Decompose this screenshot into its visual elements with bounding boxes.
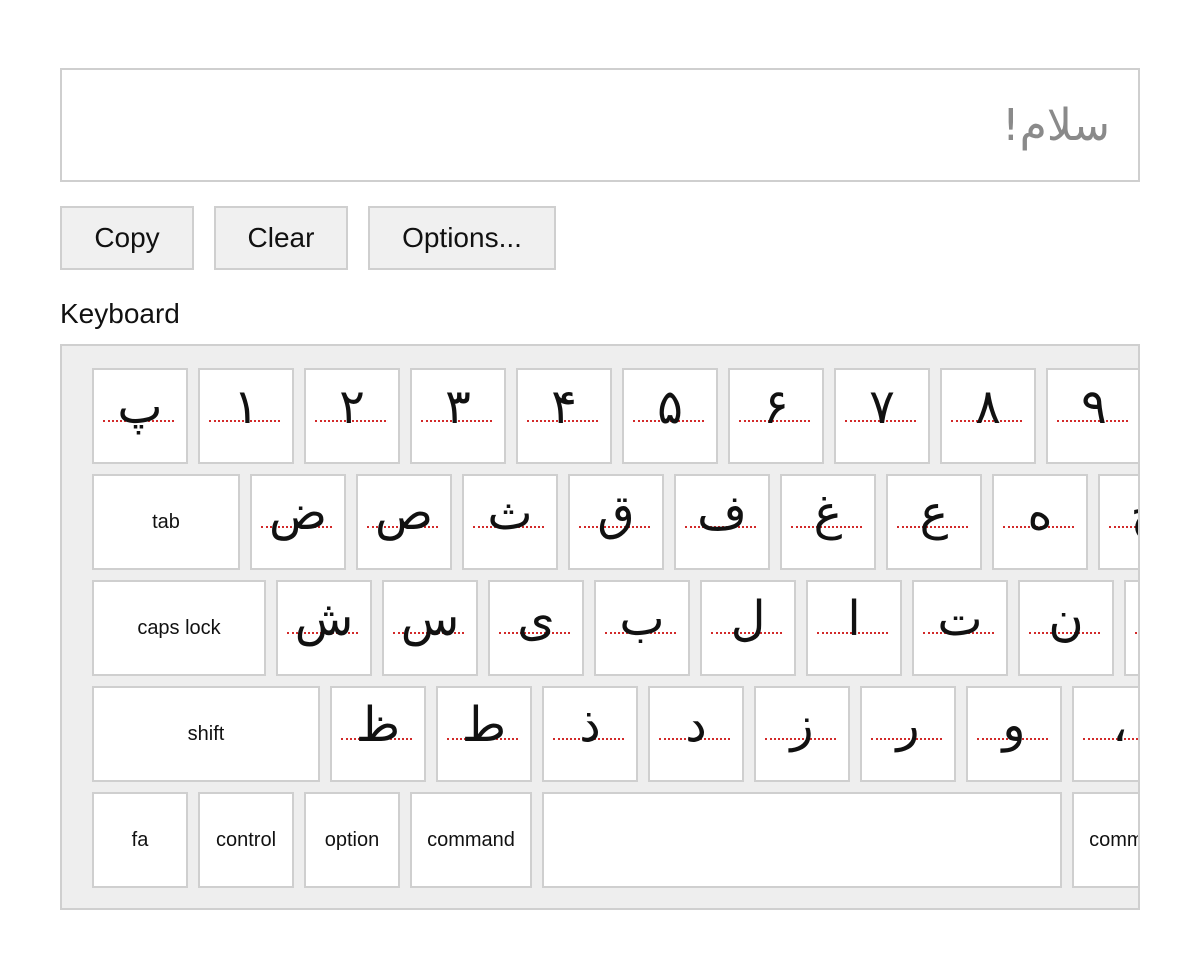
key-shin[interactable]: ش [276,580,372,676]
key-sad[interactable]: ص [356,474,452,570]
key-glyph: ز [790,697,814,753]
key-digit-9[interactable]: ٩ [1046,368,1138,464]
key-label: option [324,828,380,851]
key-dal[interactable]: د [648,686,744,782]
text-input-area[interactable]: سلام! [60,68,1140,182]
key-glyph: ط [461,697,507,753]
key-qaf[interactable]: ق [568,474,664,570]
clear-button[interactable]: Clear [214,206,348,270]
caps-lock-key[interactable]: caps lock [92,580,266,676]
key-digit-3[interactable]: ٣ [410,368,506,464]
key-glyph: ۴ [551,379,577,435]
key-glyph: ف [697,485,747,541]
key-glyph: ی [517,591,555,647]
key-glyph: خ [1131,483,1139,543]
key-lam[interactable]: ل [700,580,796,676]
key-zal[interactable]: ذ [542,686,638,782]
text-input-placeholder: سلام! [1001,100,1110,151]
keyboard: پ ١ ٢ ٣ ۴ ۵ ۶ ٧ ٨ ٩ tab ض ص ث ق ف غ ع ه … [60,344,1140,910]
key-glyph: ۵ [657,379,683,435]
command-key[interactable]: command [410,792,532,888]
key-digit-4[interactable]: ۴ [516,368,612,464]
key-label: command [427,828,515,851]
key-glyph: ٢ [339,379,365,435]
key-te[interactable]: ت [912,580,1008,676]
key-ye[interactable]: ی [488,580,584,676]
key-alef[interactable]: ا [806,580,902,676]
key-glyph: ٨ [975,379,1001,435]
space-key[interactable] [542,792,1062,888]
key-glyph: پ [117,379,163,435]
keyboard-title: Keyboard [60,298,180,329]
fa-key[interactable]: fa [92,792,188,888]
key-nun[interactable]: ن [1018,580,1114,676]
key-digit-1[interactable]: ١ [198,368,294,464]
key-glyph: ب [619,591,665,647]
key-glyph: ٧ [869,379,895,435]
key-glyph: ع [919,485,949,541]
key-digit-2[interactable]: ٢ [304,368,400,464]
key-glyph: ن [1048,591,1084,647]
key-sin[interactable]: س [382,580,478,676]
key-label: tab [152,510,180,533]
key-ghein[interactable]: غ [780,474,876,570]
key-glyph: ص [374,485,434,541]
options-button[interactable]: Options... [368,206,556,270]
tab-key[interactable]: tab [92,474,240,570]
key-khe[interactable]: خ [1098,474,1139,570]
key-se[interactable]: ث [462,474,558,570]
key-digit-7[interactable]: ٧ [834,368,930,464]
key-digit-8[interactable]: ٨ [940,368,1036,464]
key-be[interactable]: ب [594,580,690,676]
key-vav[interactable]: و [966,686,1062,782]
key-za-emphatic[interactable]: ظ [330,686,426,782]
control-key[interactable]: control [198,792,294,888]
key-label: shift [187,722,225,745]
key-glyph: ل [730,591,766,647]
key-glyph: ٣ [445,379,471,435]
key-digit-5[interactable]: ۵ [622,368,718,464]
key-zad[interactable]: ض [250,474,346,570]
key-label: command [1089,828,1138,851]
key-glyph: د [685,697,707,753]
key-mim[interactable]: م [1124,580,1138,676]
key-glyph: غ [813,485,843,541]
command-right-key[interactable]: command [1072,792,1138,888]
key-glyph: ش [294,591,354,647]
key-ta-emphatic[interactable]: ط [436,686,532,782]
key-comma[interactable]: ، [1072,686,1138,782]
key-glyph: ت [937,591,983,647]
key-glyph: ، [1112,697,1128,753]
key-glyph: ۶ [763,379,789,435]
key-glyph: ا [847,591,861,647]
key-label: control [215,828,277,851]
key-glyph: س [400,591,460,647]
key-label: fa [131,828,149,851]
key-he[interactable]: ه [992,474,1088,570]
key-ein[interactable]: ع [886,474,982,570]
key-glyph: ه [1027,485,1053,541]
key-glyph: ق [597,485,635,541]
key-glyph: ذ [579,697,601,753]
key-glyph: ث [487,485,533,541]
key-label: caps lock [137,616,221,639]
key-glyph: ٩ [1081,379,1107,435]
key-glyph: و [1002,697,1026,753]
key-ze[interactable]: ز [754,686,850,782]
option-key[interactable]: option [304,792,400,888]
key-re[interactable]: ر [860,686,956,782]
key-glyph: ١ [233,379,259,435]
key-underline [1135,632,1138,634]
key-pe[interactable]: پ [92,368,188,464]
key-glyph: ر [896,697,920,753]
key-fe[interactable]: ف [674,474,770,570]
key-glyph: ظ [355,697,401,753]
key-glyph: ض [268,485,328,541]
copy-button[interactable]: Copy [60,206,194,270]
key-digit-6[interactable]: ۶ [728,368,824,464]
shift-key[interactable]: shift [92,686,320,782]
